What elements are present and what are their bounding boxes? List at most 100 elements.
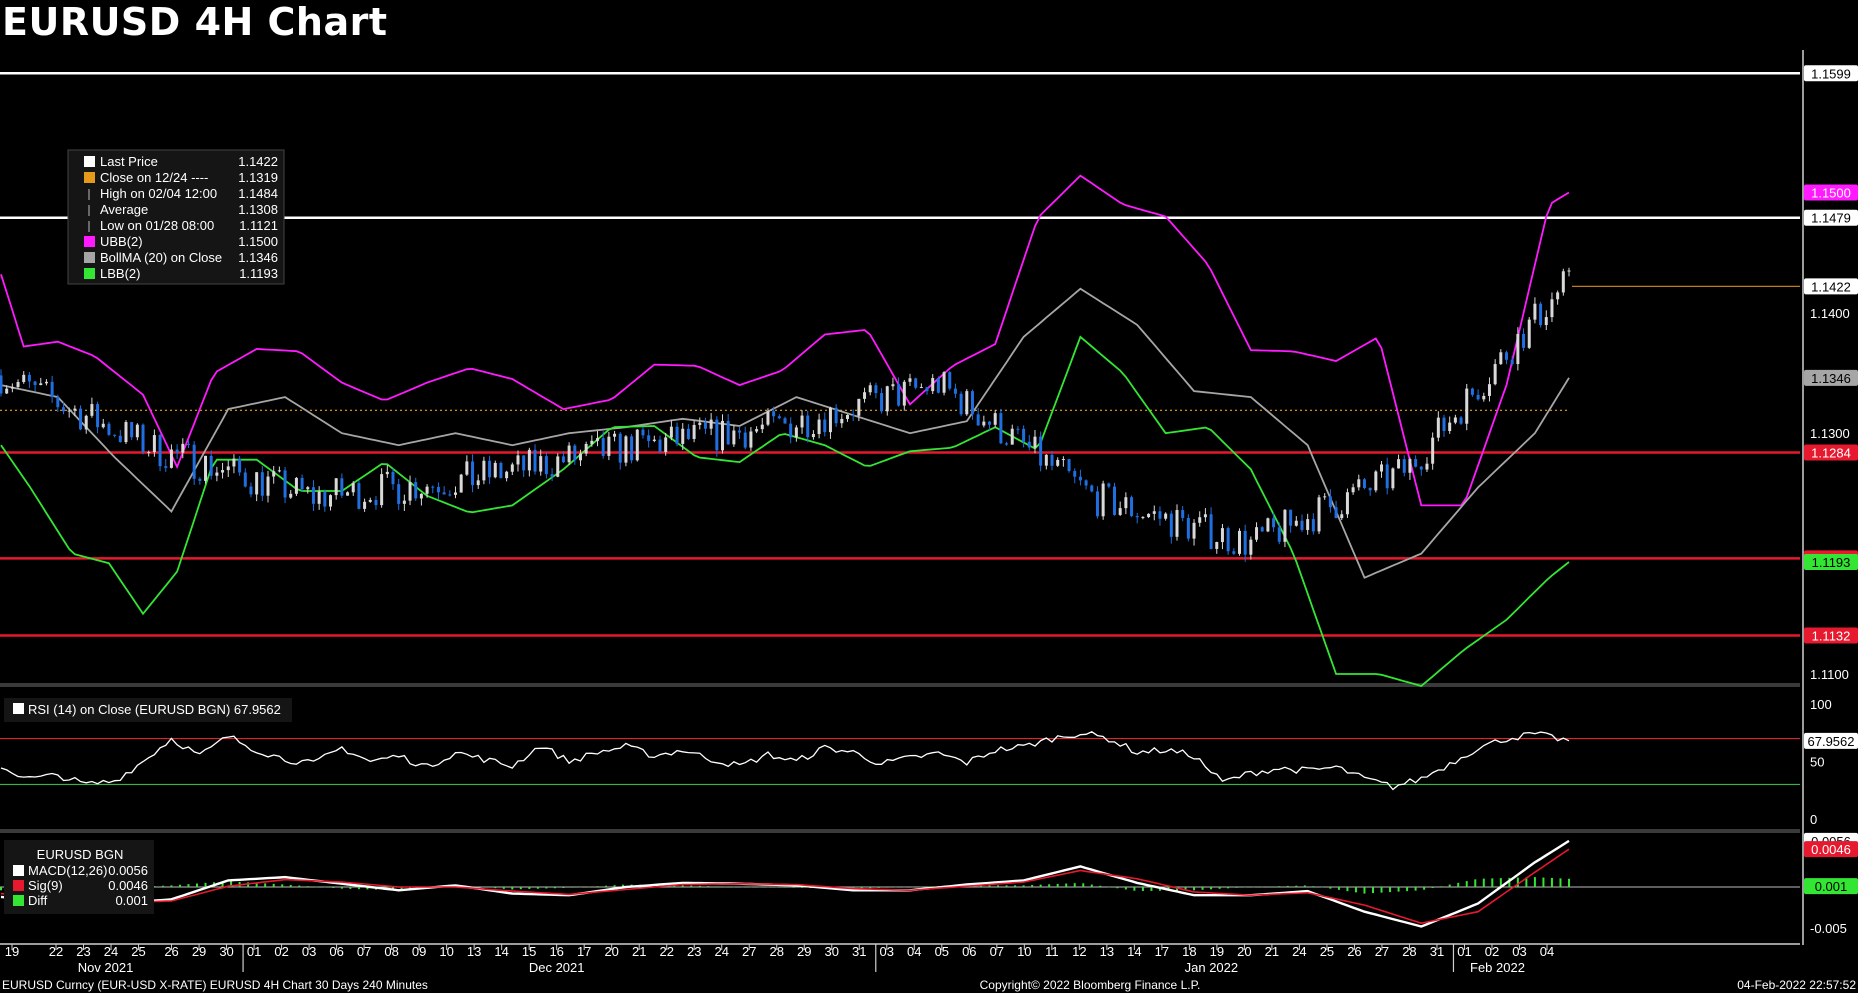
candle-body <box>800 415 804 428</box>
candle-body <box>1402 459 1406 473</box>
candle-body <box>567 445 571 463</box>
candle-body <box>1493 364 1497 385</box>
legend-value: 1.1500 <box>238 234 278 249</box>
candle-body <box>828 407 832 433</box>
price-y-tick: 1.1400 <box>1810 306 1850 321</box>
candle-body <box>863 392 867 399</box>
candle-body <box>1556 292 1560 300</box>
histogram-bar <box>1065 883 1068 887</box>
histogram-bar <box>869 887 872 889</box>
candle-body <box>658 439 662 452</box>
x-day-label: 26 <box>1347 944 1361 959</box>
candle-body <box>1203 514 1207 518</box>
x-day-label: 22 <box>659 944 673 959</box>
candle-body <box>482 460 486 481</box>
histogram-bar <box>588 886 590 888</box>
histogram-bar <box>1048 884 1051 887</box>
x-day-label: 27 <box>1375 944 1389 959</box>
x-day-label: 03 <box>1512 944 1526 959</box>
histogram-bar <box>511 887 514 890</box>
candle-body <box>1414 459 1418 467</box>
candle-body <box>1022 428 1026 442</box>
candle-body <box>1147 513 1151 518</box>
histogram-bar <box>1406 887 1409 892</box>
candle-body <box>942 372 946 393</box>
histogram-bar <box>204 882 207 887</box>
candle-body <box>584 443 588 454</box>
histogram-bar <box>1303 885 1306 887</box>
candle-body <box>948 372 952 389</box>
macd-legend-swatch <box>13 865 24 876</box>
candle-body <box>1169 513 1173 537</box>
candle-body <box>789 423 793 438</box>
candle-body <box>573 445 577 461</box>
x-day-label: 09 <box>412 944 426 959</box>
candle-body <box>505 471 509 479</box>
candle-body <box>1323 496 1327 498</box>
candle-body <box>1505 352 1509 360</box>
x-day-label: 19 <box>5 944 19 959</box>
histogram-bar <box>1516 877 1519 887</box>
candle-body <box>334 478 338 496</box>
candle-body <box>152 435 156 453</box>
price-y-tick: 1.1300 <box>1810 426 1850 441</box>
candle-body <box>1317 497 1321 532</box>
macd-tag-label: 0.001 <box>1815 879 1848 894</box>
candle-body <box>499 462 503 479</box>
x-day-label: 30 <box>825 944 839 959</box>
histogram-bar <box>1252 886 1255 888</box>
histogram-bar <box>0 887 2 891</box>
rsi-tag-label: 67.9562 <box>1808 734 1855 749</box>
histogram-bar <box>911 886 914 888</box>
candle-body <box>522 455 526 471</box>
candle-body <box>1164 513 1168 519</box>
candle-body <box>243 472 247 487</box>
candle-body <box>357 483 361 509</box>
histogram-bar <box>690 885 693 887</box>
legend-swatch <box>84 172 95 183</box>
candle-body <box>1061 459 1065 461</box>
x-day-label: 29 <box>192 944 206 959</box>
candle-body <box>124 422 128 443</box>
candle-body <box>1357 479 1361 488</box>
candle-body <box>982 421 986 426</box>
candle-body <box>675 426 679 444</box>
candle-body <box>283 470 287 498</box>
candle-body <box>868 385 872 393</box>
histogram-bar <box>1559 878 1562 887</box>
x-day-label: 10 <box>1017 944 1031 959</box>
candle-body <box>953 388 957 394</box>
price-panel-separator <box>0 683 1800 687</box>
x-day-label: 01 <box>247 944 261 959</box>
legend-value: 1.1346 <box>238 250 278 265</box>
histogram-bar <box>1312 886 1315 887</box>
candle-body <box>539 456 543 472</box>
histogram-bar <box>1269 886 1272 887</box>
price-tag-label: 1.1500 <box>1811 185 1851 200</box>
x-day-label: 24 <box>1292 944 1306 959</box>
candle-body <box>1113 486 1117 515</box>
histogram-bar <box>281 884 284 887</box>
candle-body <box>578 453 582 461</box>
candle-body <box>1135 516 1139 518</box>
candle-body <box>743 432 747 448</box>
histogram-bar <box>894 887 897 888</box>
x-day-label: 13 <box>467 944 481 959</box>
histogram-bar <box>494 887 497 889</box>
x-day-label: 03 <box>880 944 894 959</box>
histogram-bar <box>289 884 292 887</box>
histogram-bar <box>715 886 718 887</box>
x-day-label: 07 <box>990 944 1004 959</box>
x-day-label: 20 <box>604 944 618 959</box>
histogram-bar <box>784 887 786 888</box>
x-day-label: 16 <box>549 944 563 959</box>
price-tag-label: 1.1422 <box>1811 279 1851 294</box>
histogram-bar <box>801 887 804 888</box>
candle-body <box>1448 422 1452 432</box>
x-day-label: 06 <box>329 944 343 959</box>
histogram-bar <box>340 887 343 889</box>
x-day-label: 07 <box>357 944 371 959</box>
histogram-bar <box>502 887 505 889</box>
histogram-bar <box>766 887 769 888</box>
histogram-bar <box>1474 879 1477 887</box>
